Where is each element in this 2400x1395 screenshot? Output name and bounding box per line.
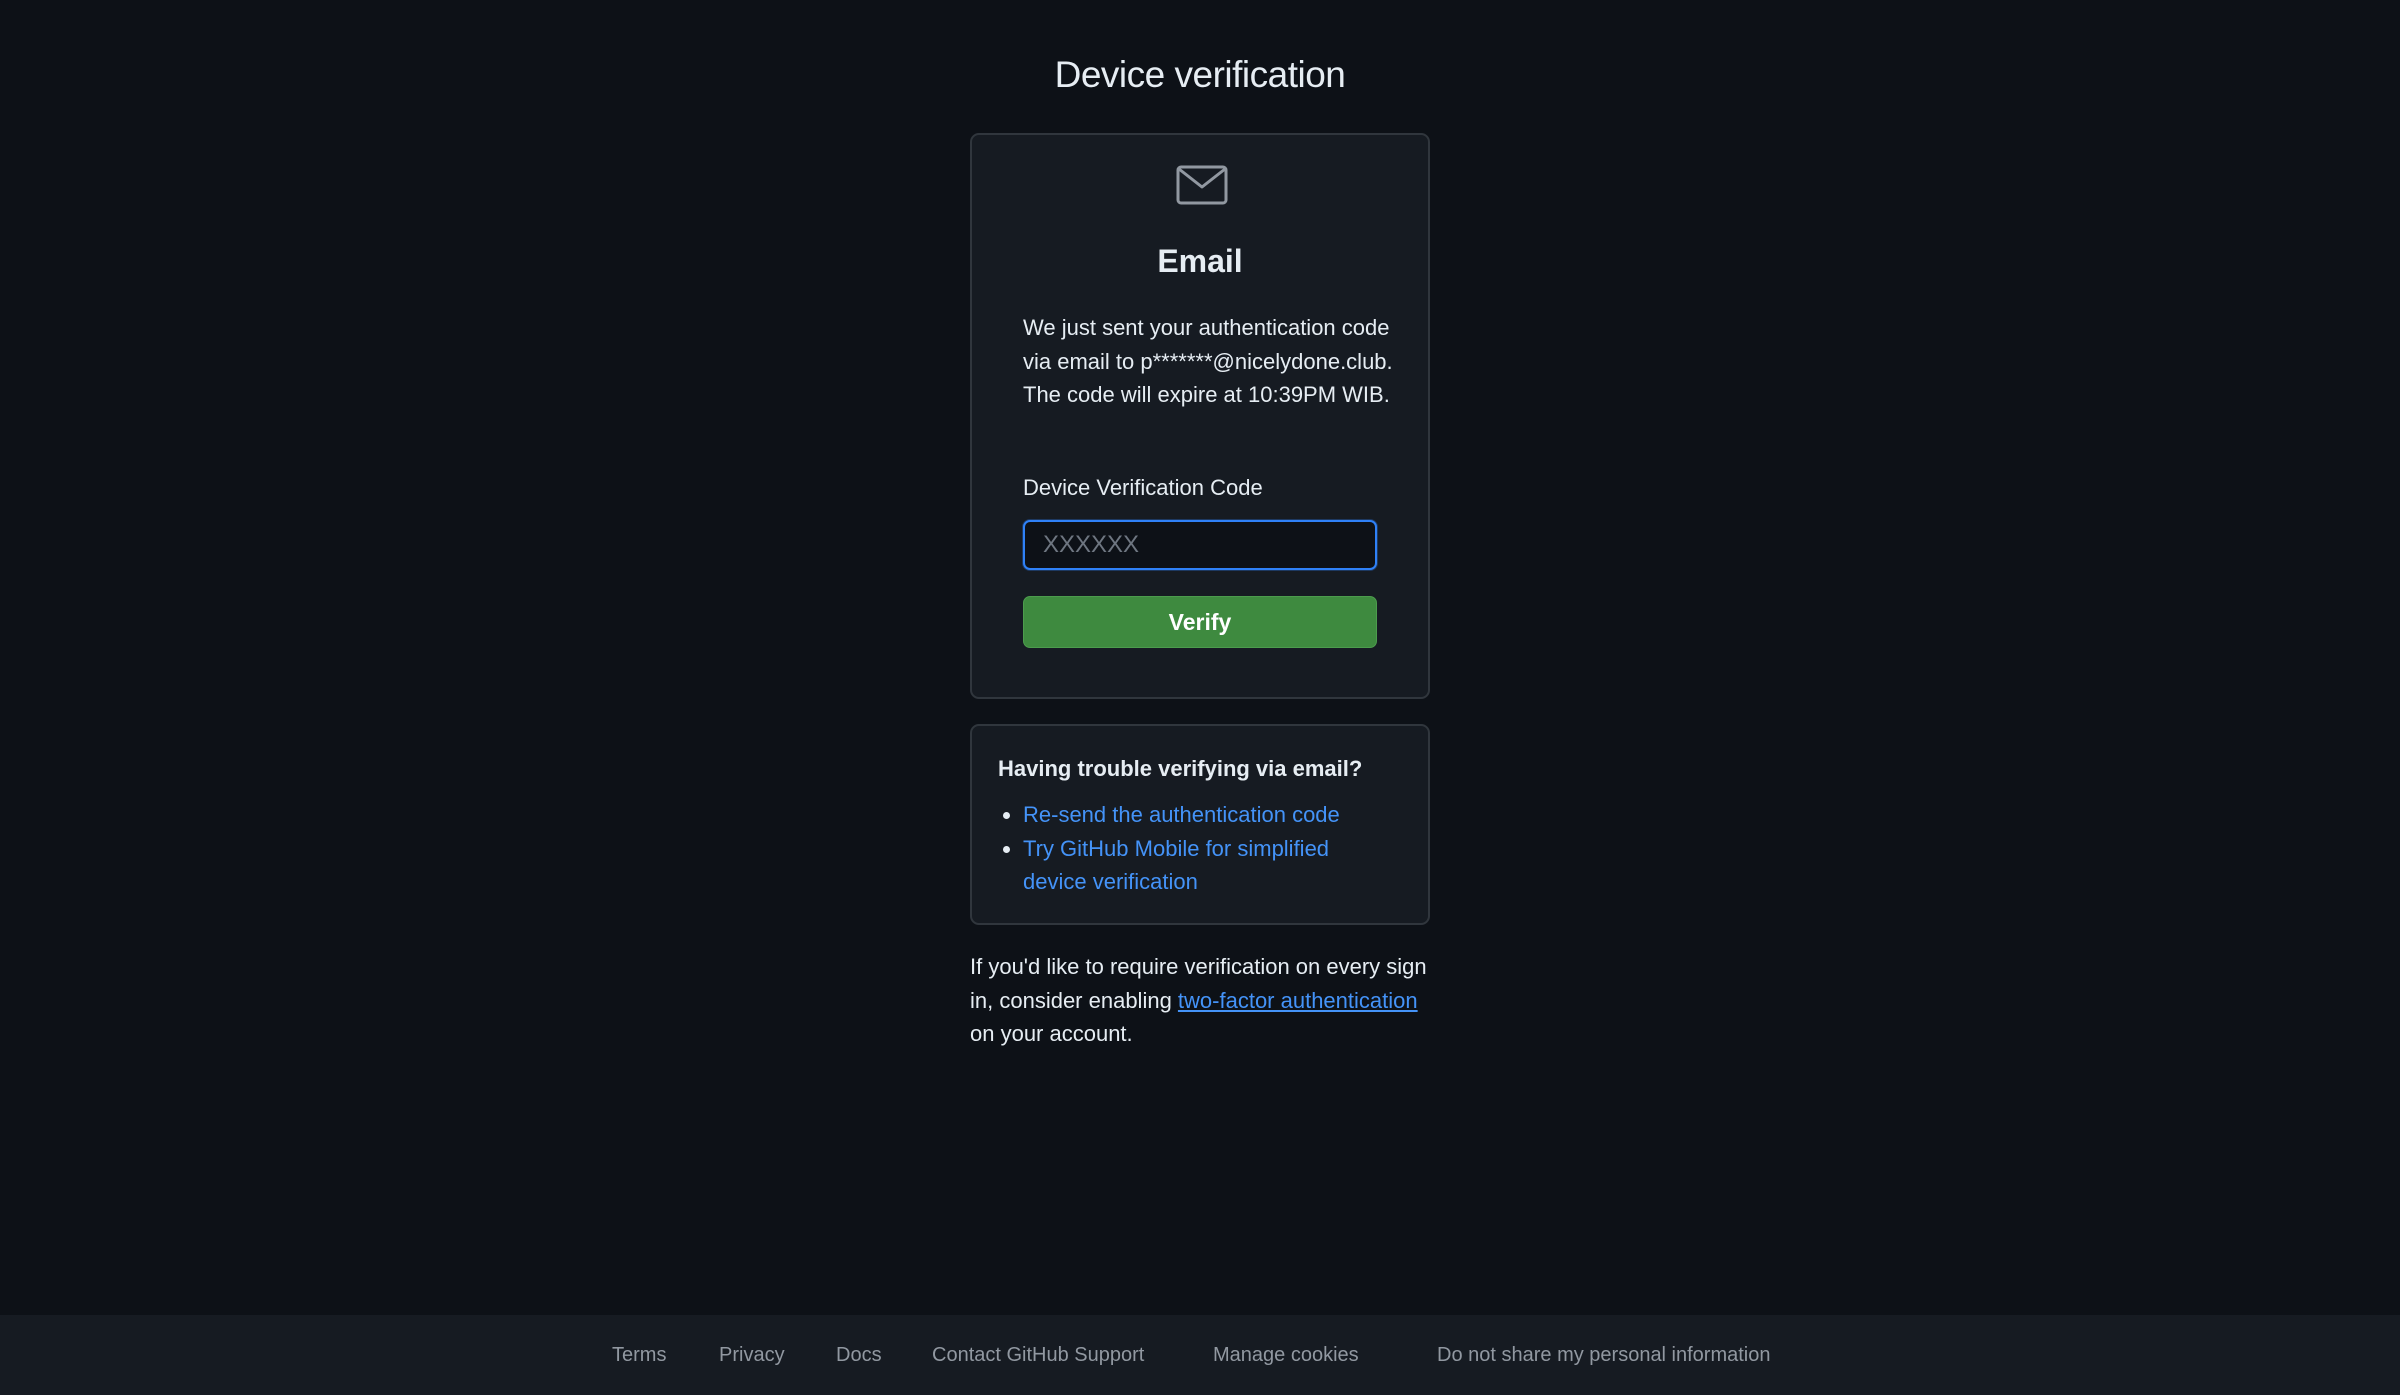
two-factor-note: If you'd like to require verification on…: [970, 950, 1430, 1051]
two-factor-link[interactable]: two-factor authentication: [1178, 988, 1418, 1013]
footer-link-docs[interactable]: Docs: [836, 1344, 882, 1367]
device-verification-page: Device verification Email We just sent y…: [0, 0, 2400, 1395]
site-footer: Terms Privacy Docs Contact GitHub Suppor…: [0, 1315, 2400, 1395]
list-item: Re-send the authentication code: [998, 798, 1398, 832]
footer-link-cookies[interactable]: Manage cookies: [1213, 1344, 1359, 1367]
note-text-after: on your account.: [970, 1021, 1133, 1046]
github-mobile-link[interactable]: Try GitHub Mobile for simplified device …: [1023, 836, 1329, 895]
method-description: We just sent your authentication code vi…: [1023, 315, 1393, 407]
footer-link-terms[interactable]: Terms: [612, 1344, 666, 1367]
verification-card: Email We just sent your authentication c…: [970, 133, 1430, 699]
footer-link-support[interactable]: Contact GitHub Support: [932, 1344, 1144, 1367]
trouble-heading: Having trouble verifying via email?: [998, 756, 1363, 781]
trouble-links: Re-send the authentication code Try GitH…: [998, 798, 1398, 899]
resend-code-link[interactable]: Re-send the authentication code: [1023, 802, 1340, 827]
list-item: Try GitHub Mobile for simplified device …: [998, 832, 1398, 899]
trouble-card: Having trouble verifying via email? Re-s…: [970, 724, 1430, 925]
page-title: Device verification: [1054, 54, 1346, 95]
footer-link-do-not-share[interactable]: Do not share my personal information: [1437, 1344, 1771, 1367]
method-heading: Email: [1157, 243, 1243, 279]
footer-link-privacy[interactable]: Privacy: [719, 1344, 785, 1367]
code-field-label: Device Verification Code: [1023, 475, 1263, 500]
verify-button[interactable]: Verify: [1023, 596, 1377, 648]
mail-icon: [1176, 165, 1228, 205]
verification-code-input[interactable]: [1023, 520, 1377, 570]
